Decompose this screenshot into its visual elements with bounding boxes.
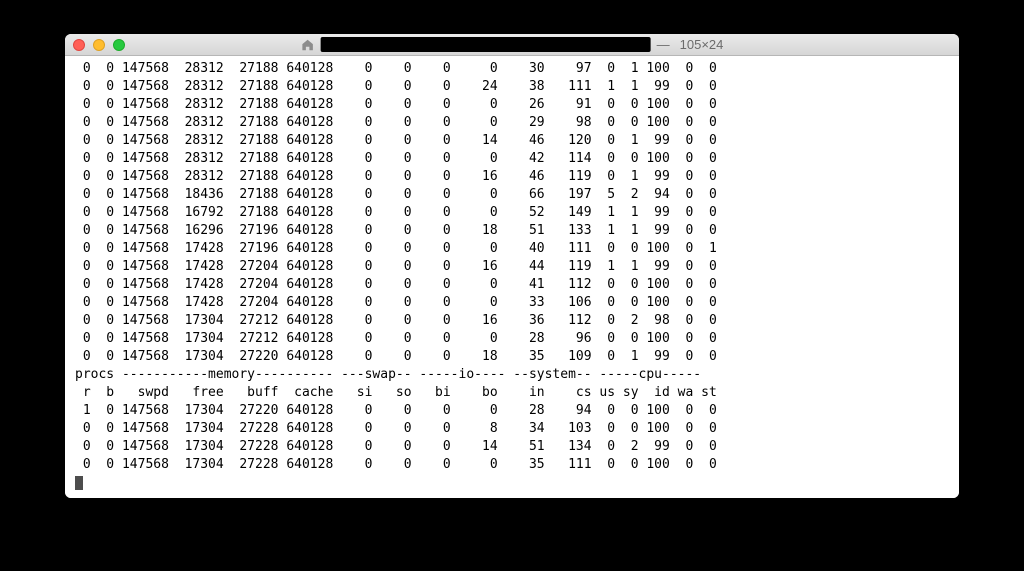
minimize-button[interactable] xyxy=(93,39,105,51)
traffic-lights xyxy=(73,39,125,51)
vmstat-output: 0 0 147568 28312 27188 640128 0 0 0 0 30… xyxy=(75,61,717,472)
cursor xyxy=(75,476,83,490)
window-dimensions: 105×24 xyxy=(680,37,724,52)
titlebar[interactable]: — 105×24 xyxy=(65,34,959,56)
dash-sep: — xyxy=(657,37,670,52)
title-center: — 105×24 xyxy=(301,37,724,52)
terminal-window: — 105×24 0 0 147568 28312 27188 640128 0… xyxy=(65,34,959,498)
zoom-button[interactable] xyxy=(113,39,125,51)
home-icon xyxy=(301,38,315,52)
terminal-body[interactable]: 0 0 147568 28312 27188 640128 0 0 0 0 30… xyxy=(65,56,959,498)
title-path-redacted xyxy=(321,37,651,52)
close-button[interactable] xyxy=(73,39,85,51)
